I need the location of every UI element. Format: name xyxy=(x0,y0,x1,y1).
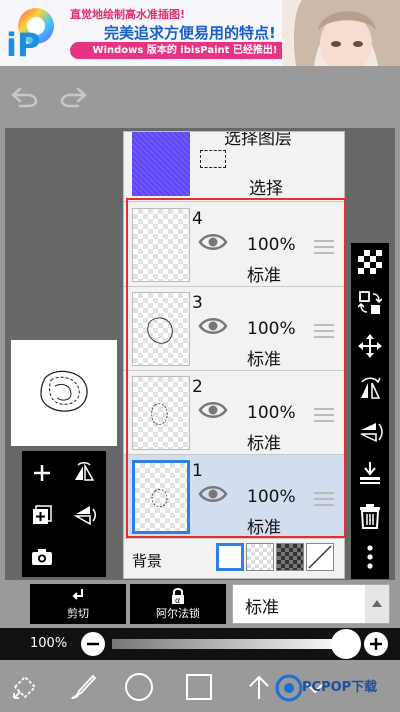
clip-label: 剪切 xyxy=(67,607,89,620)
canvas-preview xyxy=(11,340,117,446)
layer-opacity: 100% xyxy=(247,319,296,339)
blend-mode-value: 标准 xyxy=(245,598,279,618)
layer-blend-mode: 标准 xyxy=(247,434,281,454)
drag-handle-icon[interactable] xyxy=(314,324,334,338)
background-checker-light-swatch[interactable] xyxy=(246,543,274,571)
layer-thumbnail xyxy=(132,460,190,534)
flip-vertical-icon[interactable] xyxy=(64,495,104,535)
ad-banner[interactable]: iP 直觉地绘制高水准插图! 完美追求方便易用的特点! Windows 版本的 … xyxy=(0,0,400,66)
blend-mode-select[interactable]: 标准 xyxy=(232,584,390,624)
clip-icon xyxy=(72,589,83,600)
ad-headline: 直觉地绘制高水准插图! xyxy=(70,8,186,21)
background-row: 背景 xyxy=(124,540,344,578)
alpha-lock-icon: α xyxy=(172,588,184,605)
layer-blend-mode: 标准 xyxy=(247,518,281,538)
clip-button[interactable]: 剪切 xyxy=(30,584,126,624)
undo-icon[interactable] xyxy=(10,86,40,108)
eye-icon[interactable] xyxy=(198,399,228,421)
ad-character-illustration xyxy=(282,0,400,66)
selection-layer-label: 选择 xyxy=(249,179,283,199)
background-white-swatch[interactable] xyxy=(216,543,244,571)
selection-marquee-icon xyxy=(200,150,226,168)
drag-handle-icon[interactable] xyxy=(314,240,334,254)
color-circle-icon[interactable] xyxy=(124,672,154,702)
layer-thumbnail-drawing xyxy=(151,489,168,507)
transform-icon[interactable] xyxy=(355,288,385,318)
flip-horizontal-icon[interactable] xyxy=(64,453,104,493)
add-icon[interactable] xyxy=(22,453,62,493)
layer-number: 3 xyxy=(192,293,203,313)
opacity-slider-fill xyxy=(112,639,350,649)
add-layer-icon[interactable] xyxy=(22,495,62,535)
layer-number: 4 xyxy=(192,209,203,229)
alpha-lock-label: 阿尔法锁 xyxy=(156,607,200,620)
layer-thumbnail xyxy=(132,292,190,366)
more-icon[interactable] xyxy=(355,542,385,572)
opacity-value: 100% xyxy=(30,636,68,651)
top-bar xyxy=(0,66,400,128)
eye-icon[interactable] xyxy=(198,483,228,505)
layer-row-3[interactable]: 3 100% 标准 xyxy=(124,287,344,371)
watermark-text: PCPOP下载 xyxy=(302,680,378,695)
layer-row-4[interactable]: 4 100% 标准 xyxy=(124,203,344,287)
dropdown-arrow-icon[interactable] xyxy=(365,585,389,623)
redo-icon[interactable] xyxy=(58,86,88,108)
eye-icon[interactable] xyxy=(198,315,228,337)
opacity-slider-knob[interactable] xyxy=(331,629,361,659)
layer-row-1[interactable]: 1 100% 标准 xyxy=(124,455,344,539)
checkerboard-icon[interactable] xyxy=(355,247,385,277)
selection-layer-title: 选择图层 xyxy=(224,131,292,149)
arrow-up-icon[interactable] xyxy=(244,672,274,702)
left-tool-panel xyxy=(22,451,106,577)
opacity-slider[interactable] xyxy=(112,639,350,649)
background-label: 背景 xyxy=(132,552,163,570)
svg-text:α: α xyxy=(175,596,180,605)
layer-opacity: 100% xyxy=(247,235,296,255)
layer-blend-mode: 标准 xyxy=(247,266,281,286)
trash-icon[interactable] xyxy=(355,501,385,531)
layer-opacity: 100% xyxy=(247,487,296,507)
camera-icon[interactable] xyxy=(22,537,62,577)
layer-panel: 选择图层 选择 4 100% 标准 3 100% 标准 2 100% 标准 1 … xyxy=(123,131,345,579)
layer-number: 1 xyxy=(192,461,203,481)
right-tool-strip xyxy=(351,243,389,579)
opacity-decrease-button[interactable] xyxy=(81,632,105,656)
layer-thumbnail-drawing xyxy=(147,317,173,344)
selection-layer-row[interactable]: 选择图层 选择 xyxy=(124,131,344,202)
eye-icon[interactable] xyxy=(198,231,228,253)
background-none-swatch[interactable] xyxy=(306,543,334,571)
app-root: iP 直觉地绘制高水准插图! 完美追求方便易用的特点! Windows 版本的 … xyxy=(0,0,400,712)
selection-layer-thumbnail xyxy=(132,132,190,196)
layer-number: 2 xyxy=(192,377,203,397)
layer-square-icon[interactable] xyxy=(184,672,214,702)
svg-text:iP: iP xyxy=(6,26,40,62)
layer-thumbnail xyxy=(132,208,190,282)
alpha-lock-button[interactable]: α 阿尔法锁 xyxy=(130,584,226,624)
ad-subheadline: 完美追求方便易用的特点! xyxy=(104,24,276,42)
drag-handle-icon[interactable] xyxy=(314,492,334,506)
layer-blend-mode: 标准 xyxy=(247,350,281,370)
ibispaint-logo: iP xyxy=(6,8,54,62)
merge-down-icon[interactable] xyxy=(355,458,385,488)
background-checker-dark-swatch[interactable] xyxy=(276,543,304,571)
layer-opacity: 100% xyxy=(247,403,296,423)
ad-cta-pill[interactable]: Windows 版本的 ibisPaint 已经推出! xyxy=(70,42,300,59)
layer-thumbnail xyxy=(132,376,190,450)
move-icon[interactable] xyxy=(355,331,385,361)
layer-row-2[interactable]: 2 100% 标准 xyxy=(124,371,344,455)
opacity-increase-button[interactable] xyxy=(364,632,388,656)
layer-control-row: 剪切 α 阿尔法锁 标准 xyxy=(0,580,400,628)
layer-thumbnail-drawing xyxy=(151,403,168,425)
transform-tool-icon[interactable] xyxy=(10,672,40,702)
opacity-row: 100% xyxy=(0,628,400,660)
brush-icon[interactable] xyxy=(68,672,98,702)
rotate-flip-icon[interactable] xyxy=(355,374,385,404)
drag-handle-icon[interactable] xyxy=(314,408,334,422)
rotate-flip-vertical-icon[interactable] xyxy=(355,417,385,447)
